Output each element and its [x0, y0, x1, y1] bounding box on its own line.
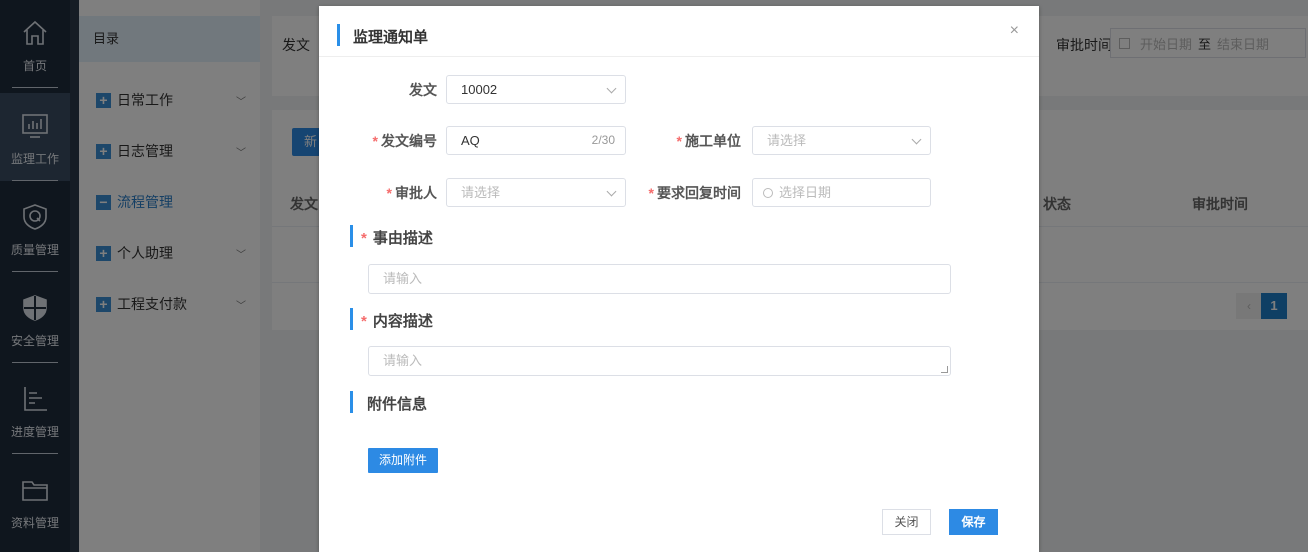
supervision-notice-dialog: 监理通知单 × 发文 10002 * 发文编号 AQ 2/30 * 施工单位 请选择…: [319, 6, 1039, 552]
content-placeholder: 请输入: [383, 353, 423, 368]
fawen-value: 10002: [461, 82, 498, 97]
attachment-section-title: 附件信息: [367, 396, 428, 413]
section-accent-bar: [350, 391, 353, 413]
reason-input[interactable]: 请输入: [368, 264, 951, 294]
chevron-down-icon: [911, 134, 922, 145]
header-divider: [319, 56, 1039, 57]
fawen-select[interactable]: 10002: [446, 75, 626, 104]
title-accent-bar: [337, 24, 340, 46]
close-icon[interactable]: ×: [1010, 22, 1019, 40]
construction-unit-label: * 施工单位: [676, 133, 741, 149]
fawen-no-label: * 发文编号: [372, 133, 437, 149]
section-accent-bar: [350, 308, 353, 330]
add-attachment-button[interactable]: 添加附件: [368, 448, 438, 473]
construction-unit-placeholder: 请选择: [767, 133, 807, 148]
section-accent-bar: [350, 225, 353, 247]
dialog-title: 监理通知单: [353, 29, 429, 46]
approver-placeholder: 请选择: [461, 185, 501, 200]
content-textarea[interactable]: 请输入: [368, 346, 951, 376]
clock-icon: [763, 188, 773, 198]
fawen-no-input[interactable]: AQ 2/30: [446, 126, 626, 155]
char-counter: 2/30: [591, 133, 615, 147]
fawen-label: 发文: [409, 82, 437, 98]
reply-time-placeholder: 选择日期: [779, 185, 832, 200]
chevron-down-icon: [606, 186, 617, 197]
content-section-title: * 内容描述: [361, 313, 433, 330]
reason-placeholder: 请输入: [383, 271, 423, 286]
fawen-no-value: AQ: [461, 133, 480, 148]
resize-handle-icon[interactable]: [941, 366, 948, 373]
construction-unit-select[interactable]: 请选择: [752, 126, 931, 155]
close-button[interactable]: 关闭: [882, 509, 931, 535]
reply-time-datepicker[interactable]: 选择日期: [752, 178, 931, 207]
reason-section-title: * 事由描述: [361, 230, 433, 247]
reply-time-label: * 要求回复时间: [648, 185, 741, 201]
save-button[interactable]: 保存: [949, 509, 998, 535]
chevron-down-icon: [606, 83, 617, 94]
approver-select[interactable]: 请选择: [446, 178, 626, 207]
approver-label: * 审批人: [386, 185, 437, 201]
